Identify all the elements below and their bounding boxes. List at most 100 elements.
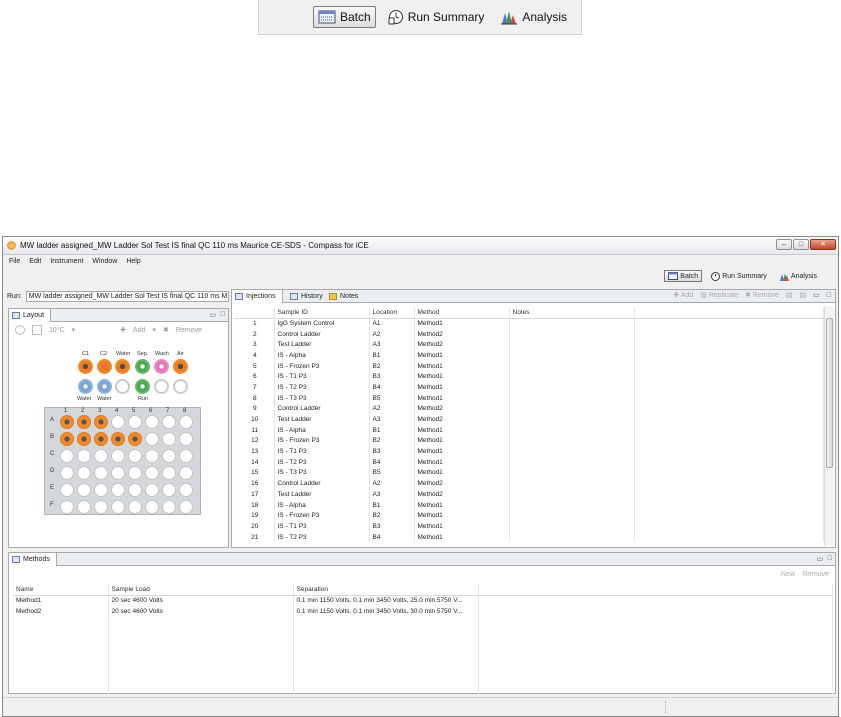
col-separation[interactable]: Separation (293, 584, 479, 596)
cell-sample-id[interactable]: Test Ladder (274, 489, 370, 500)
cell-index[interactable]: 13 (234, 446, 275, 457)
cell-sample-id[interactable]: IS - Frozen P3 (274, 435, 370, 447)
cell-notes[interactable] (509, 489, 635, 500)
run-summary-tab-small[interactable]: Run Summary (708, 271, 770, 282)
plate-well[interactable] (60, 500, 74, 514)
cell-index[interactable]: 21 (234, 531, 275, 543)
cell-location[interactable]: B3 (369, 521, 415, 532)
move-down-icon[interactable]: ▤ (800, 291, 807, 299)
cell-method[interactable]: Method1 (414, 521, 510, 532)
plate-well[interactable] (162, 449, 176, 463)
cell-method[interactable]: Method1 (414, 456, 510, 468)
col-location[interactable]: Location (369, 307, 415, 319)
cell-method[interactable]: Method1 (414, 350, 510, 361)
table-row[interactable]: 9 Control Ladder A2 Method2 (234, 403, 824, 415)
cell-index[interactable]: 2 (234, 328, 275, 340)
cell-index[interactable]: 10 (234, 414, 275, 425)
plate-well[interactable] (60, 432, 74, 446)
cell-index[interactable]: 18 (234, 499, 275, 511)
plate-well[interactable] (128, 500, 142, 514)
tab-layout[interactable]: Layout (9, 309, 52, 322)
cell-notes[interactable] (509, 403, 635, 415)
run-summary-perspective-button[interactable]: Run Summary (384, 6, 489, 28)
table-row[interactable]: 1 IgG System Control A1 Method1 (234, 318, 824, 329)
plate-well[interactable] (179, 466, 193, 480)
close-button[interactable]: ✕ (810, 239, 836, 250)
cell-notes[interactable] (509, 467, 635, 479)
cell-location[interactable]: A3 (369, 339, 415, 351)
cell-index[interactable]: 5 (234, 360, 275, 372)
cell-notes[interactable] (509, 510, 635, 522)
table-row[interactable]: 8 IS - T3 P3 B5 Method1 (234, 392, 824, 404)
cell-notes[interactable] (509, 392, 635, 404)
cell-sample-id[interactable]: IS - T2 P3 (274, 456, 370, 468)
menu-window[interactable]: Window (92, 258, 117, 265)
cell-location[interactable]: A1 (369, 318, 415, 329)
cell-location[interactable]: B4 (369, 531, 415, 543)
chevron-down-icon[interactable]: ▾ (72, 326, 76, 334)
remove-label[interactable]: Remove (176, 327, 202, 334)
plate-well[interactable] (60, 415, 74, 429)
plate-well[interactable] (94, 466, 108, 480)
vial-water-3[interactable] (97, 379, 112, 394)
analysis-tab-small[interactable]: Analysis (776, 271, 820, 282)
cell-index[interactable]: 6 (234, 371, 275, 383)
add-label[interactable]: Add (133, 327, 145, 334)
cell-index[interactable]: 3 (234, 339, 275, 351)
panel-maximize-icon[interactable]: □ (221, 311, 225, 318)
temperature-readout[interactable]: 10°C (49, 327, 65, 334)
plate-well[interactable] (77, 432, 91, 446)
minimize-button[interactable]: – (776, 239, 792, 250)
cell-notes[interactable] (509, 424, 635, 436)
plate-well[interactable] (111, 500, 125, 514)
cell-location[interactable]: B1 (369, 499, 415, 511)
col-index[interactable] (234, 307, 275, 319)
plate-well[interactable] (145, 415, 159, 429)
table-row[interactable]: Method2 20 sec 4600 Volts 0.1 min 1150 Vol… (13, 606, 833, 617)
cell-location[interactable]: A2 (369, 403, 415, 415)
cell-method[interactable]: Method1 (414, 446, 510, 457)
cell-name[interactable]: Method2 (13, 606, 109, 617)
chevron-down-icon[interactable]: ▾ (153, 326, 157, 334)
table-row[interactable]: 10 Test Ladder A3 Method2 (234, 414, 824, 425)
run-name-field[interactable]: MW ladder assigned_MW Ladder Sol Test IS… (25, 291, 229, 302)
cell-sample-id[interactable]: Test Ladder (274, 414, 370, 425)
cell-method[interactable]: Method2 (414, 339, 510, 351)
add-plus-icon[interactable]: ✚ (120, 326, 126, 334)
table-row[interactable]: 14 IS - T2 P3 B4 Method1 (234, 456, 824, 468)
remove-x-icon[interactable]: ✖ (163, 326, 169, 334)
plate-well[interactable] (111, 466, 125, 480)
cell-method[interactable]: Method1 (414, 467, 510, 479)
plate-well[interactable] (128, 449, 142, 463)
panel-maximize-icon[interactable]: □ (827, 292, 831, 299)
plate-well[interactable] (60, 466, 74, 480)
move-up-icon[interactable]: ▤ (786, 291, 793, 299)
plate-well[interactable] (145, 500, 159, 514)
table-row[interactable]: 3 Test Ladder A3 Method2 (234, 339, 824, 351)
table-row[interactable]: 12 IS - Frozen P3 B2 Method1 (234, 435, 824, 447)
cell-sample-id[interactable]: IS - Frozen P3 (274, 510, 370, 522)
cell-method[interactable]: Method1 (414, 382, 510, 393)
plate-well[interactable] (77, 500, 91, 514)
cell-sample-id[interactable]: IS - Alpha (274, 424, 370, 436)
col-sample-id[interactable]: Sample ID (274, 307, 370, 319)
table-row[interactable]: Method1 20 sec 4600 Volts 0.1 min 1150 Vol… (13, 595, 833, 606)
cell-notes[interactable] (509, 339, 635, 351)
cell-location[interactable]: B1 (369, 424, 415, 436)
plate-well[interactable] (162, 466, 176, 480)
menu-file[interactable]: File (9, 258, 20, 265)
cell-location[interactable]: A2 (369, 478, 415, 489)
cell-sample-id[interactable]: Control Ladder (274, 328, 370, 340)
vial-water[interactable] (115, 359, 130, 374)
cell-index[interactable]: 15 (234, 467, 275, 479)
cell-sample-id[interactable]: IS - Frozen P3 (274, 360, 370, 372)
plate-well[interactable] (162, 415, 176, 429)
cell-method[interactable]: Method2 (414, 478, 510, 489)
refresh-icon[interactable] (15, 325, 25, 335)
tab-injections[interactable]: Injections (232, 290, 283, 303)
cell-method[interactable]: Method1 (414, 392, 510, 404)
plate-well[interactable] (179, 415, 193, 429)
col-method[interactable]: Method (414, 307, 510, 319)
vial-c1[interactable] (78, 359, 93, 374)
menu-instrument[interactable]: Instrument (50, 258, 83, 265)
